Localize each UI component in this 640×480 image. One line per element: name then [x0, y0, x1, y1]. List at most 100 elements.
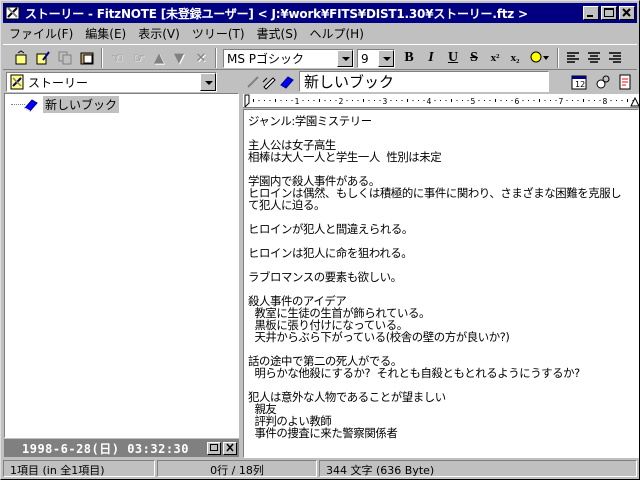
ruler-tick: [495, 99, 496, 102]
ruler-tick: [363, 99, 364, 102]
underline-button[interactable]: U: [443, 48, 463, 68]
ruler-tick: [423, 100, 425, 101]
align-center-icon[interactable]: [584, 48, 604, 68]
ruler-tick: [440, 100, 441, 101]
pen-icon[interactable]: [259, 72, 279, 92]
ruler-tick: [390, 100, 392, 101]
move-up-icon[interactable]: ▲: [149, 48, 169, 68]
new-item-icon[interactable]: [11, 48, 31, 68]
menu-help[interactable]: ヘルプ(H): [304, 25, 370, 42]
ruler-tick: [544, 100, 546, 101]
ruler-tick: [264, 100, 265, 101]
book-header: 新しいブック 12: [243, 71, 639, 93]
menu-format[interactable]: 書式(S): [251, 25, 304, 42]
menu-view[interactable]: 表示(V): [132, 25, 186, 42]
panel-splitter[interactable]: [239, 72, 242, 458]
tree-view[interactable]: 新しいブック: [4, 93, 239, 438]
book-icon[interactable]: [277, 72, 297, 92]
font-size-value: 9: [361, 51, 369, 66]
close-icon[interactable]: [223, 441, 237, 455]
ruler-tick: [302, 100, 304, 101]
document-icon[interactable]: [615, 72, 635, 92]
ruler-tick: [275, 99, 276, 102]
book-select[interactable]: ストーリー: [6, 72, 217, 92]
ruler-tick: [550, 100, 551, 101]
ruler-tick: [555, 100, 557, 101]
subscript-button[interactable]: x₂: [505, 48, 525, 68]
book-icon: [24, 98, 38, 112]
ruler-tick: [489, 100, 491, 101]
strikethrough-button[interactable]: S: [464, 48, 484, 68]
text-editor[interactable]: ジャンル:学園ミステリー 主人公は女子高生 相棒は大人一人と学生一人 性別は未定 学園…: [243, 109, 639, 458]
copy-item-icon[interactable]: [55, 48, 75, 68]
datetime-bar: 1998-6-28(日) 03:32:30: [4, 439, 239, 457]
ruler-tick: [511, 100, 513, 101]
chevron-down-icon[interactable]: [337, 50, 353, 67]
editor-line: 事件の捜査に来た警察関係者: [248, 426, 398, 440]
ruler-tick: [528, 100, 529, 101]
edit-item-icon[interactable]: [33, 48, 53, 68]
chevron-down-icon[interactable]: [378, 50, 394, 67]
maximize-button[interactable]: [601, 6, 617, 20]
ruler-tick: [572, 100, 573, 101]
move-down-icon[interactable]: ▼: [169, 48, 189, 68]
ruler-tick: [500, 100, 502, 101]
ruler-label: 4: [427, 97, 432, 106]
book-select-label: ストーリー: [28, 75, 89, 90]
ruler-label: 6: [515, 97, 520, 106]
indent-marker-icon[interactable]: [244, 94, 250, 107]
ruler-tick: [401, 100, 403, 101]
menu-edit[interactable]: 編集(E): [79, 25, 132, 42]
superscript-button[interactable]: x²: [485, 48, 505, 68]
font-size-select[interactable]: 9: [357, 49, 395, 68]
title-bar[interactable]: ストーリー - FitzNOTE [未登録ユーザー] < J:¥work¥FIT…: [3, 3, 637, 23]
italic-button[interactable]: I: [421, 48, 441, 68]
bold-button[interactable]: B: [399, 48, 419, 68]
right-margin-marker-icon[interactable]: [630, 96, 639, 107]
chevron-down-icon[interactable]: [200, 73, 216, 91]
ruler-tick: [533, 100, 535, 101]
menu-bar: ファイル(F) 編集(E) 表示(V) ツリー(T) 書式(S) ヘルプ(H): [3, 24, 637, 42]
settings-icon[interactable]: [593, 72, 613, 92]
window-title: ストーリー - FitzNOTE [未登録ユーザー] < J:¥work¥FIT…: [25, 6, 528, 21]
ruler-tick: [280, 100, 282, 101]
close-button[interactable]: [619, 6, 635, 20]
calendar-icon[interactable]: 12: [569, 72, 589, 92]
font-name-value: MS Pゴシック: [227, 52, 305, 66]
align-left-icon[interactable]: [563, 48, 583, 68]
restore-icon[interactable]: [207, 441, 221, 455]
toolbar-separator: [557, 48, 559, 68]
book-title-field[interactable]: 新しいブック: [299, 71, 549, 92]
tree-node[interactable]: 新しいブック: [23, 96, 120, 113]
move-right-icon[interactable]: ☞: [129, 48, 149, 68]
menu-file[interactable]: ファイル(F): [3, 25, 79, 42]
ruler-tick: [583, 99, 584, 102]
ruler-tick: [357, 100, 359, 101]
menu-tree[interactable]: ツリー(T): [186, 25, 251, 42]
editor-line: 犯人は意外な人物であることが望ましい: [248, 390, 446, 404]
fitznote-app-icon[interactable]: [5, 5, 21, 21]
ruler-tick: [330, 100, 331, 101]
paste-item-icon[interactable]: [77, 48, 97, 68]
datetime-display: 1998-6-28(日) 03:32:30: [22, 441, 189, 456]
align-right-icon[interactable]: [605, 48, 625, 68]
status-cursor-position: 0行 / 18列: [157, 460, 317, 477]
minimize-button[interactable]: [583, 6, 599, 20]
ruler-label: 1: [295, 97, 300, 106]
ruler-tick: [324, 100, 326, 101]
text-color-icon[interactable]: [527, 48, 553, 68]
font-name-select[interactable]: MS Pゴシック: [223, 49, 354, 68]
ruler[interactable]: 1 2 3 4 5 6 7 8: [243, 94, 639, 108]
ruler-tick: [258, 100, 260, 101]
move-left-icon[interactable]: ☜: [107, 48, 127, 68]
editor-line: ジャンル:学園ミステリー: [248, 114, 372, 128]
ruler-tick: [253, 99, 254, 102]
delete-icon[interactable]: ✕: [191, 48, 211, 68]
ruler-tick: [434, 100, 436, 101]
ruler-tick: [522, 100, 524, 101]
ruler-tick: [594, 100, 595, 101]
editor-content[interactable]: ジャンル:学園ミステリー 主人公は女子高生 相棒は大人一人と学生一人 性別は未定 学園…: [248, 115, 638, 439]
ruler-label: 8: [603, 97, 608, 106]
ruler-tick: [627, 99, 628, 102]
ruler-tick: [566, 100, 568, 101]
